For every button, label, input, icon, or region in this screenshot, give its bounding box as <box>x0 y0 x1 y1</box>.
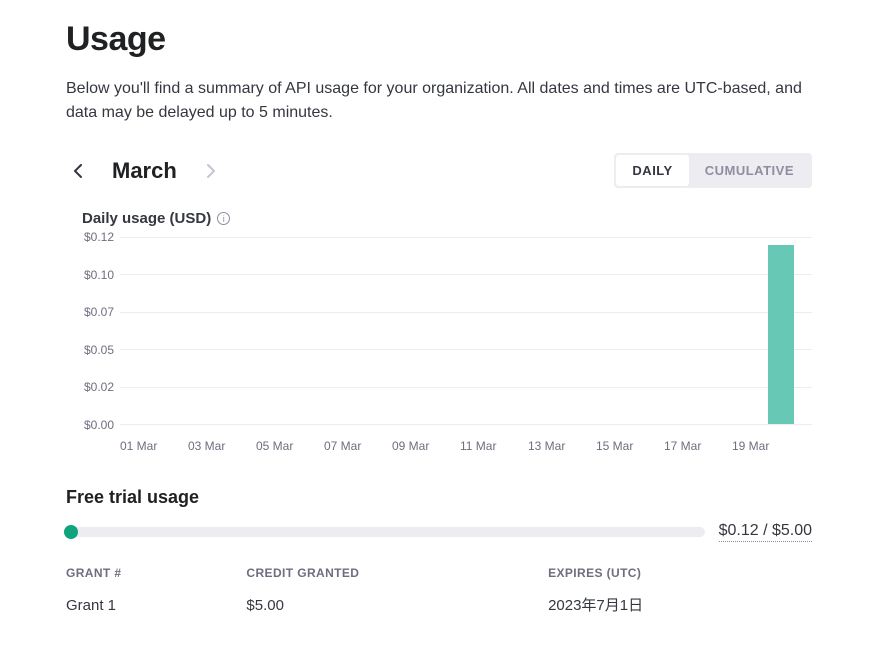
x-tick: 15 Mar <box>596 439 664 457</box>
free-trial-progress-thumb <box>64 525 78 539</box>
grant-header-expires: EXPIRES (UTC) <box>548 560 812 588</box>
x-tick: 09 Mar <box>392 439 460 457</box>
x-tick: 05 Mar <box>256 439 324 457</box>
x-tick: 07 Mar <box>324 439 392 457</box>
free-trial-progress-row: $0.12 / $5.00 <box>66 522 812 542</box>
chevron-right-icon <box>207 164 215 178</box>
grant-cell-credit: $5.00 <box>246 588 548 621</box>
x-tick: 17 Mar <box>664 439 732 457</box>
grant-cell-grant: Grant 1 <box>66 588 246 621</box>
chart-title: Daily usage (USD) <box>82 210 211 227</box>
view-toggle: DAILY CUMULATIVE <box>614 153 812 188</box>
controls-row: March DAILY CUMULATIVE <box>66 153 812 188</box>
x-tick: 01 Mar <box>120 439 188 457</box>
grant-header-credit: CREDIT GRANTED <box>246 560 548 588</box>
month-nav: March <box>66 158 223 184</box>
bars-container <box>120 237 812 424</box>
grant-cell-expires: 2023年7月1日 <box>548 588 812 621</box>
x-tick: 11 Mar <box>460 439 528 457</box>
toggle-cumulative[interactable]: CUMULATIVE <box>689 155 810 186</box>
chart-plot <box>120 237 812 425</box>
grant-header-grant: GRANT # <box>66 560 246 588</box>
x-tick: 03 Mar <box>188 439 256 457</box>
free-trial-progress-track <box>66 527 705 537</box>
info-icon[interactable]: i <box>217 212 230 225</box>
x-tick: 13 Mar <box>528 439 596 457</box>
free-trial-progress-label: $0.12 / $5.00 <box>719 522 812 542</box>
chart-y-axis: $0.12 $0.10 $0.07 $0.05 $0.02 $0.00 <box>66 237 114 425</box>
grant-table: GRANT # CREDIT GRANTED EXPIRES (UTC) Gra… <box>66 560 812 621</box>
x-tick: 19 Mar <box>732 439 800 457</box>
toggle-daily[interactable]: DAILY <box>616 155 688 186</box>
chart-title-row: Daily usage (USD) i <box>82 210 812 227</box>
prev-month-button[interactable] <box>66 159 90 183</box>
table-row: Grant 1 $5.00 2023年7月1日 <box>66 588 812 621</box>
free-trial-title: Free trial usage <box>66 487 812 508</box>
next-month-button[interactable] <box>199 159 223 183</box>
grant-table-header: GRANT # CREDIT GRANTED EXPIRES (UTC) <box>66 560 812 588</box>
chevron-left-icon <box>74 164 82 178</box>
month-label: March <box>112 158 177 184</box>
chart-bar <box>768 245 794 424</box>
page-title: Usage <box>66 20 812 59</box>
page-description: Below you'll find a summary of API usage… <box>66 77 812 125</box>
chart-x-axis: 01 Mar 03 Mar 05 Mar 07 Mar 09 Mar 11 Ma… <box>120 429 812 457</box>
chart-area: $0.12 $0.10 $0.07 $0.05 $0.02 $0.00 01 M… <box>66 237 812 457</box>
